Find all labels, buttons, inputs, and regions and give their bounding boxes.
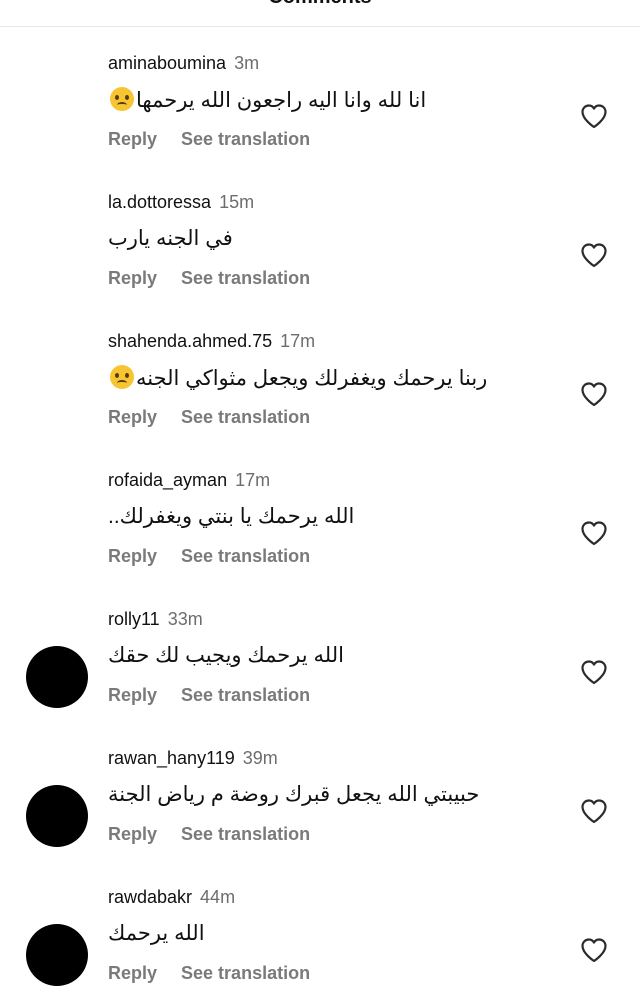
heart-outline-icon[interactable] xyxy=(580,242,608,268)
comment-actions: Reply See translation xyxy=(108,685,310,706)
comment-text-content: في الجنه يارب xyxy=(108,227,233,250)
crying-face-icon xyxy=(110,365,134,389)
heart-outline-icon[interactable] xyxy=(580,798,608,824)
comment-text-content: الله يرحمك ويجيب لك حقك xyxy=(108,644,344,667)
comment-username[interactable]: rolly11 xyxy=(108,609,160,629)
heart-outline-icon[interactable] xyxy=(580,103,608,129)
see-translation-button[interactable]: See translation xyxy=(181,546,310,566)
comment-text: انا لله وانا اليه راجعون الله يرحمها xyxy=(108,87,528,113)
comment-username[interactable]: aminaboumina xyxy=(108,53,226,73)
comment-item: aminaboumina 3m انا لله وانا اليه راجعون ا… xyxy=(0,31,640,170)
see-translation-button[interactable]: See translation xyxy=(181,685,310,705)
comment-text: ربنا يرحمك ويغفرلك ويجعل مثواكي الجنه xyxy=(108,365,528,391)
comment-text: الله يرحمك يا بنتي ويغفرلك.. xyxy=(108,504,528,529)
comment-item: shahenda.ahmed.75 17m ربنا يرحمك ويغفرلك و… xyxy=(0,309,640,448)
reply-button[interactable]: Reply xyxy=(108,268,157,288)
comment-text-content: الله يرحمك يا بنتي ويغفرلك.. xyxy=(108,505,355,528)
see-translation-button[interactable]: See translation xyxy=(181,963,310,983)
comment-time: 17m xyxy=(280,331,316,351)
comment-item: rofaida_ayman 17m الله يرحمك يا بنتي ويغفر… xyxy=(0,448,640,587)
avatar[interactable] xyxy=(26,785,88,847)
comment-text-content: الله يرحمك xyxy=(108,922,205,945)
reply-button[interactable]: Reply xyxy=(108,685,157,705)
comment-text: في الجنه يارب xyxy=(108,226,528,251)
comment-meta: rawdabakr 44m xyxy=(108,887,235,908)
comment-item: rolly11 33m الله يرحمك ويجيب لك حقك Reply Se… xyxy=(0,587,640,726)
heart-outline-icon[interactable] xyxy=(580,937,608,963)
comment-time: 44m xyxy=(200,887,236,907)
comment-text-content: ربنا يرحمك ويغفرلك ويجعل مثواكي الجنه xyxy=(136,367,488,390)
comment-time: 15m xyxy=(219,192,255,212)
comment-text-content: حبيبتي الله يجعل قبرك روضة م رياض الجنة xyxy=(108,783,480,806)
comment-actions: Reply See translation xyxy=(108,963,310,984)
reply-button[interactable]: Reply xyxy=(108,129,157,149)
comment-username[interactable]: la.dottoressa xyxy=(108,192,211,212)
comment-item: rawan_hany119 39m حبيبتي الله يجعل قبرك رو… xyxy=(0,726,640,865)
comment-item: la.dottoressa 15m في الجنه يارب Reply See tr… xyxy=(0,170,640,309)
comment-time: 3m xyxy=(234,53,260,73)
comment-time: 39m xyxy=(242,748,278,768)
comment-meta: rolly11 33m xyxy=(108,609,203,630)
reply-button[interactable]: Reply xyxy=(108,407,157,427)
comment-actions: Reply See translation xyxy=(108,268,310,289)
comment-username[interactable]: shahenda.ahmed.75 xyxy=(108,331,272,351)
comment-item: rawdabakr 44m الله يرحمك Reply See translati… xyxy=(0,865,640,1000)
avatar[interactable] xyxy=(26,924,88,986)
see-translation-button[interactable]: See translation xyxy=(181,129,310,149)
comment-meta: rofaida_ayman 17m xyxy=(108,470,270,491)
comment-time: 33m xyxy=(167,609,203,629)
comment-actions: Reply See translation xyxy=(108,407,310,428)
comment-username[interactable]: rawdabakr xyxy=(108,887,192,907)
reply-button[interactable]: Reply xyxy=(108,824,157,844)
comments-header: Comments xyxy=(0,0,640,27)
comment-text-content: انا لله وانا اليه راجعون الله يرحمها xyxy=(136,89,427,112)
heart-outline-icon[interactable] xyxy=(580,659,608,685)
comment-text: الله يرحمك xyxy=(108,921,528,946)
comment-text: الله يرحمك ويجيب لك حقك xyxy=(108,643,528,668)
comment-actions: Reply See translation xyxy=(108,129,310,150)
comment-meta: la.dottoressa 15m xyxy=(108,192,254,213)
comment-text: حبيبتي الله يجعل قبرك روضة م رياض الجنة xyxy=(108,782,528,807)
reply-button[interactable]: Reply xyxy=(108,546,157,566)
comment-username[interactable]: rofaida_ayman xyxy=(108,470,227,490)
heart-outline-icon[interactable] xyxy=(580,520,608,546)
reply-button[interactable]: Reply xyxy=(108,963,157,983)
comment-username[interactable]: rawan_hany119 xyxy=(108,748,235,768)
comment-meta: shahenda.ahmed.75 17m xyxy=(108,331,315,352)
comment-time: 17m xyxy=(235,470,271,490)
see-translation-button[interactable]: See translation xyxy=(181,407,310,427)
comment-meta: aminaboumina 3m xyxy=(108,53,259,74)
header-title: Comments xyxy=(0,0,640,9)
heart-outline-icon[interactable] xyxy=(580,381,608,407)
see-translation-button[interactable]: See translation xyxy=(181,824,310,844)
comment-meta: rawan_hany119 39m xyxy=(108,748,278,769)
avatar[interactable] xyxy=(26,646,88,708)
comment-actions: Reply See translation xyxy=(108,824,310,845)
comment-actions: Reply See translation xyxy=(108,546,310,567)
crying-face-icon xyxy=(110,87,134,111)
see-translation-button[interactable]: See translation xyxy=(181,268,310,288)
